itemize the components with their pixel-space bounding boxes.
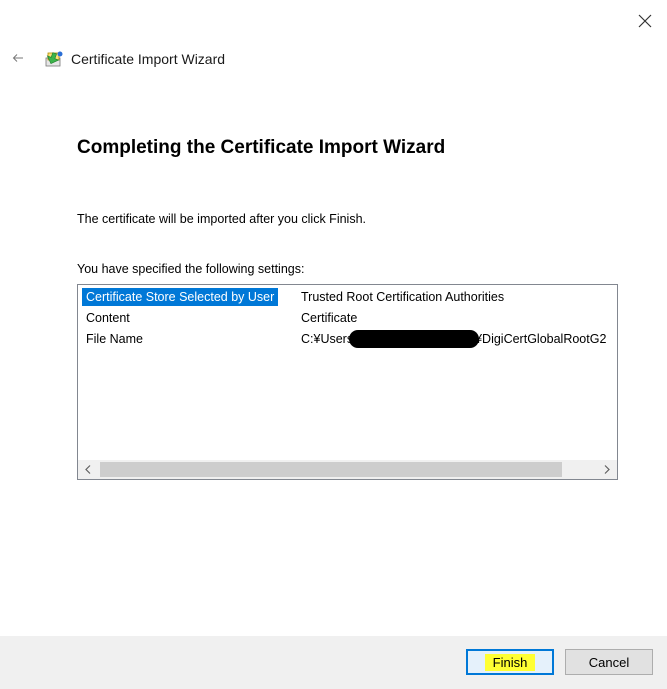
settings-list[interactable]: Certificate Store Selected by User Trust… [77, 284, 618, 480]
finish-button[interactable]: Finish [466, 649, 554, 675]
redaction-mark [349, 330, 480, 348]
chevron-left-icon [85, 465, 91, 474]
list-row-key[interactable]: Content [82, 309, 134, 327]
list-row-content[interactable]: Content Certificate [78, 308, 617, 328]
list-row-key[interactable]: Certificate Store Selected by User [82, 288, 279, 306]
list-row-store[interactable]: Certificate Store Selected by User Trust… [78, 287, 617, 307]
back-arrow-icon [12, 54, 23, 62]
back-button[interactable] [8, 48, 28, 68]
page-title: Completing the Certificate Import Wizard [77, 137, 446, 158]
list-row-file-name[interactable]: File Name C:¥Users ¥DigiCertGlobalRootG2 [78, 329, 617, 349]
scrollbar-thumb[interactable] [100, 462, 562, 477]
scroll-right-button[interactable] [597, 460, 617, 479]
intro-text: The certificate will be imported after y… [77, 212, 366, 226]
list-row-value: Certificate [301, 311, 358, 325]
cancel-button[interactable]: Cancel [565, 649, 653, 675]
list-row-key[interactable]: File Name [82, 330, 147, 348]
scroll-left-button[interactable] [78, 460, 98, 479]
finish-label: Finish [484, 653, 536, 671]
certificate-wizard-icon [45, 51, 63, 67]
list-row-value: C:¥Users ¥DigiCertGlobalRootG2 [301, 330, 606, 348]
horizontal-scrollbar[interactable] [78, 460, 617, 479]
close-icon [638, 14, 652, 28]
wizard-header: Certificate Import Wizard [44, 47, 225, 71]
chevron-right-icon [604, 465, 610, 474]
window-title: Certificate Import Wizard [71, 51, 226, 67]
settings-label: You have specified the following setting… [77, 262, 305, 276]
list-row-value: Trusted Root Certification Authorities [301, 290, 505, 304]
file-path-prefix: C:¥Users [301, 332, 354, 346]
close-button[interactable] [632, 8, 658, 34]
file-path-suffix: ¥DigiCertGlobalRootG2 [475, 332, 607, 346]
